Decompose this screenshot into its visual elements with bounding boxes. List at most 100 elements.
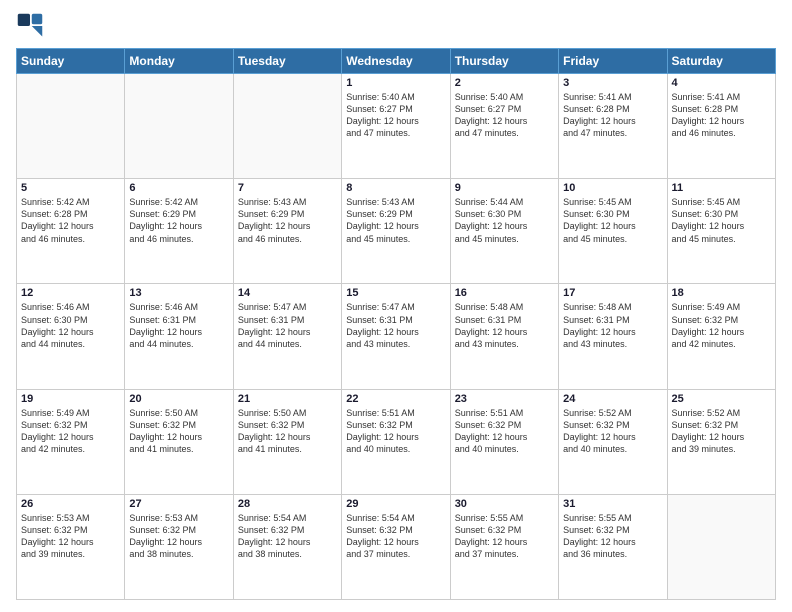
calendar-cell: 24 Sunrise: 5:52 AM Sunset: 6:32 PM Dayli…: [559, 389, 667, 494]
day-info: Sunrise: 5:46 AM Sunset: 6:31 PM Dayligh…: [129, 301, 228, 350]
day-info: Sunrise: 5:52 AM Sunset: 6:32 PM Dayligh…: [672, 407, 771, 456]
day-number: 27: [129, 498, 228, 510]
day-info: Sunrise: 5:50 AM Sunset: 6:32 PM Dayligh…: [238, 407, 337, 456]
calendar-cell: 13 Sunrise: 5:46 AM Sunset: 6:31 PM Dayli…: [125, 284, 233, 389]
day-info: Sunrise: 5:46 AM Sunset: 6:30 PM Dayligh…: [21, 301, 120, 350]
day-info: Sunrise: 5:48 AM Sunset: 6:31 PM Dayligh…: [563, 301, 662, 350]
calendar-cell: [125, 74, 233, 179]
day-info: Sunrise: 5:55 AM Sunset: 6:32 PM Dayligh…: [563, 512, 662, 561]
calendar-cell: 19 Sunrise: 5:49 AM Sunset: 6:32 PM Dayli…: [17, 389, 125, 494]
day-info: Sunrise: 5:42 AM Sunset: 6:28 PM Dayligh…: [21, 196, 120, 245]
calendar-cell: 12 Sunrise: 5:46 AM Sunset: 6:30 PM Dayli…: [17, 284, 125, 389]
col-header-friday: Friday: [559, 49, 667, 74]
page: SundayMondayTuesdayWednesdayThursdayFrid…: [0, 0, 792, 612]
day-number: 6: [129, 182, 228, 194]
calendar-cell: 14 Sunrise: 5:47 AM Sunset: 6:31 PM Dayli…: [233, 284, 341, 389]
day-info: Sunrise: 5:51 AM Sunset: 6:32 PM Dayligh…: [346, 407, 445, 456]
calendar-cell: 3Sunrise: 5:41 AM Sunset: 6:28 PM Daylig…: [559, 74, 667, 179]
calendar-cell: 6 Sunrise: 5:42 AM Sunset: 6:29 PM Daylig…: [125, 179, 233, 284]
day-number: 30: [455, 498, 554, 510]
calendar-cell: 20Sunrise: 5:50 AM Sunset: 6:32 PM Dayli…: [125, 389, 233, 494]
day-info: Sunrise: 5:47 AM Sunset: 6:31 PM Dayligh…: [238, 301, 337, 350]
calendar-cell: [667, 494, 775, 599]
calendar-cell: 17 Sunrise: 5:48 AM Sunset: 6:31 PM Dayli…: [559, 284, 667, 389]
calendar-cell: 10Sunrise: 5:45 AM Sunset: 6:30 PM Dayli…: [559, 179, 667, 284]
calendar-cell: 16Sunrise: 5:48 AM Sunset: 6:31 PM Dayli…: [450, 284, 558, 389]
day-number: 16: [455, 287, 554, 299]
day-number: 18: [672, 287, 771, 299]
col-header-thursday: Thursday: [450, 49, 558, 74]
day-info: Sunrise: 5:50 AM Sunset: 6:32 PM Dayligh…: [129, 407, 228, 456]
day-info: Sunrise: 5:42 AM Sunset: 6:29 PM Dayligh…: [129, 196, 228, 245]
day-number: 12: [21, 287, 120, 299]
day-number: 3: [563, 77, 662, 89]
calendar-cell: 9 Sunrise: 5:44 AM Sunset: 6:30 PM Daylig…: [450, 179, 558, 284]
day-number: 1: [346, 77, 445, 89]
calendar-cell: 18 Sunrise: 5:49 AM Sunset: 6:32 PM Dayli…: [667, 284, 775, 389]
calendar-header-row: SundayMondayTuesdayWednesdayThursdayFrid…: [17, 49, 776, 74]
day-info: Sunrise: 5:45 AM Sunset: 6:30 PM Dayligh…: [672, 196, 771, 245]
calendar-cell: 28 Sunrise: 5:54 AM Sunset: 6:32 PM Dayli…: [233, 494, 341, 599]
calendar-cell: 11 Sunrise: 5:45 AM Sunset: 6:30 PM Dayli…: [667, 179, 775, 284]
calendar-cell: 31 Sunrise: 5:55 AM Sunset: 6:32 PM Dayli…: [559, 494, 667, 599]
day-number: 15: [346, 287, 445, 299]
calendar-cell: 15 Sunrise: 5:47 AM Sunset: 6:31 PM Dayli…: [342, 284, 450, 389]
calendar-week-row: 12 Sunrise: 5:46 AM Sunset: 6:30 PM Dayli…: [17, 284, 776, 389]
day-number: 13: [129, 287, 228, 299]
calendar-cell: 25 Sunrise: 5:52 AM Sunset: 6:32 PM Dayli…: [667, 389, 775, 494]
calendar-cell: 26Sunrise: 5:53 AM Sunset: 6:32 PM Dayli…: [17, 494, 125, 599]
day-info: Sunrise: 5:40 AM Sunset: 6:27 PM Dayligh…: [455, 91, 554, 140]
day-number: 5: [21, 182, 120, 194]
calendar-week-row: 1 Sunrise: 5:40 AM Sunset: 6:27 PM Daylig…: [17, 74, 776, 179]
calendar-cell: 8Sunrise: 5:43 AM Sunset: 6:29 PM Daylig…: [342, 179, 450, 284]
day-number: 26: [21, 498, 120, 510]
col-header-tuesday: Tuesday: [233, 49, 341, 74]
calendar-cell: 21 Sunrise: 5:50 AM Sunset: 6:32 PM Dayli…: [233, 389, 341, 494]
day-info: Sunrise: 5:53 AM Sunset: 6:32 PM Dayligh…: [129, 512, 228, 561]
day-info: Sunrise: 5:47 AM Sunset: 6:31 PM Dayligh…: [346, 301, 445, 350]
day-number: 7: [238, 182, 337, 194]
day-info: Sunrise: 5:49 AM Sunset: 6:32 PM Dayligh…: [21, 407, 120, 456]
calendar-cell: [17, 74, 125, 179]
day-number: 4: [672, 77, 771, 89]
calendar-week-row: 26 Sunrise: 5:53 AM Sunset: 6:32 PM Dayli…: [17, 494, 776, 599]
day-number: 28: [238, 498, 337, 510]
col-header-saturday: Saturday: [667, 49, 775, 74]
day-info: Sunrise: 5:41 AM Sunset: 6:28 PM Dayligh…: [672, 91, 771, 140]
col-header-wednesday: Wednesday: [342, 49, 450, 74]
calendar-cell: 1 Sunrise: 5:40 AM Sunset: 6:27 PM Daylig…: [342, 74, 450, 179]
day-number: 24: [563, 393, 662, 405]
calendar-week-row: 19 Sunrise: 5:49 AM Sunset: 6:32 PM Dayli…: [17, 389, 776, 494]
day-number: 21: [238, 393, 337, 405]
logo-icon: [16, 12, 44, 40]
day-info: Sunrise: 5:54 AM Sunset: 6:32 PM Dayligh…: [238, 512, 337, 561]
col-header-monday: Monday: [125, 49, 233, 74]
day-number: 19: [21, 393, 120, 405]
calendar-cell: 29 Sunrise: 5:54 AM Sunset: 6:32 PM Dayli…: [342, 494, 450, 599]
day-info: Sunrise: 5:44 AM Sunset: 6:30 PM Dayligh…: [455, 196, 554, 245]
day-info: Sunrise: 5:40 AM Sunset: 6:27 PM Dayligh…: [346, 91, 445, 140]
calendar-cell: 30 Sunrise: 5:55 AM Sunset: 6:32 PM Dayli…: [450, 494, 558, 599]
day-number: 17: [563, 287, 662, 299]
day-info: Sunrise: 5:54 AM Sunset: 6:32 PM Dayligh…: [346, 512, 445, 561]
calendar-cell: 7 Sunrise: 5:43 AM Sunset: 6:29 PM Daylig…: [233, 179, 341, 284]
calendar-table: SundayMondayTuesdayWednesdayThursdayFrid…: [16, 48, 776, 600]
col-header-sunday: Sunday: [17, 49, 125, 74]
day-number: 25: [672, 393, 771, 405]
calendar-week-row: 5 Sunrise: 5:42 AM Sunset: 6:28 PM Daylig…: [17, 179, 776, 284]
day-number: 11: [672, 182, 771, 194]
day-info: Sunrise: 5:49 AM Sunset: 6:32 PM Dayligh…: [672, 301, 771, 350]
day-number: 2: [455, 77, 554, 89]
day-info: Sunrise: 5:55 AM Sunset: 6:32 PM Dayligh…: [455, 512, 554, 561]
day-info: Sunrise: 5:45 AM Sunset: 6:30 PM Dayligh…: [563, 196, 662, 245]
day-info: Sunrise: 5:52 AM Sunset: 6:32 PM Dayligh…: [563, 407, 662, 456]
day-number: 14: [238, 287, 337, 299]
day-number: 31: [563, 498, 662, 510]
day-info: Sunrise: 5:43 AM Sunset: 6:29 PM Dayligh…: [346, 196, 445, 245]
day-number: 9: [455, 182, 554, 194]
day-info: Sunrise: 5:43 AM Sunset: 6:29 PM Dayligh…: [238, 196, 337, 245]
day-number: 29: [346, 498, 445, 510]
calendar-cell: 5 Sunrise: 5:42 AM Sunset: 6:28 PM Daylig…: [17, 179, 125, 284]
day-info: Sunrise: 5:51 AM Sunset: 6:32 PM Dayligh…: [455, 407, 554, 456]
calendar-cell: 2 Sunrise: 5:40 AM Sunset: 6:27 PM Daylig…: [450, 74, 558, 179]
